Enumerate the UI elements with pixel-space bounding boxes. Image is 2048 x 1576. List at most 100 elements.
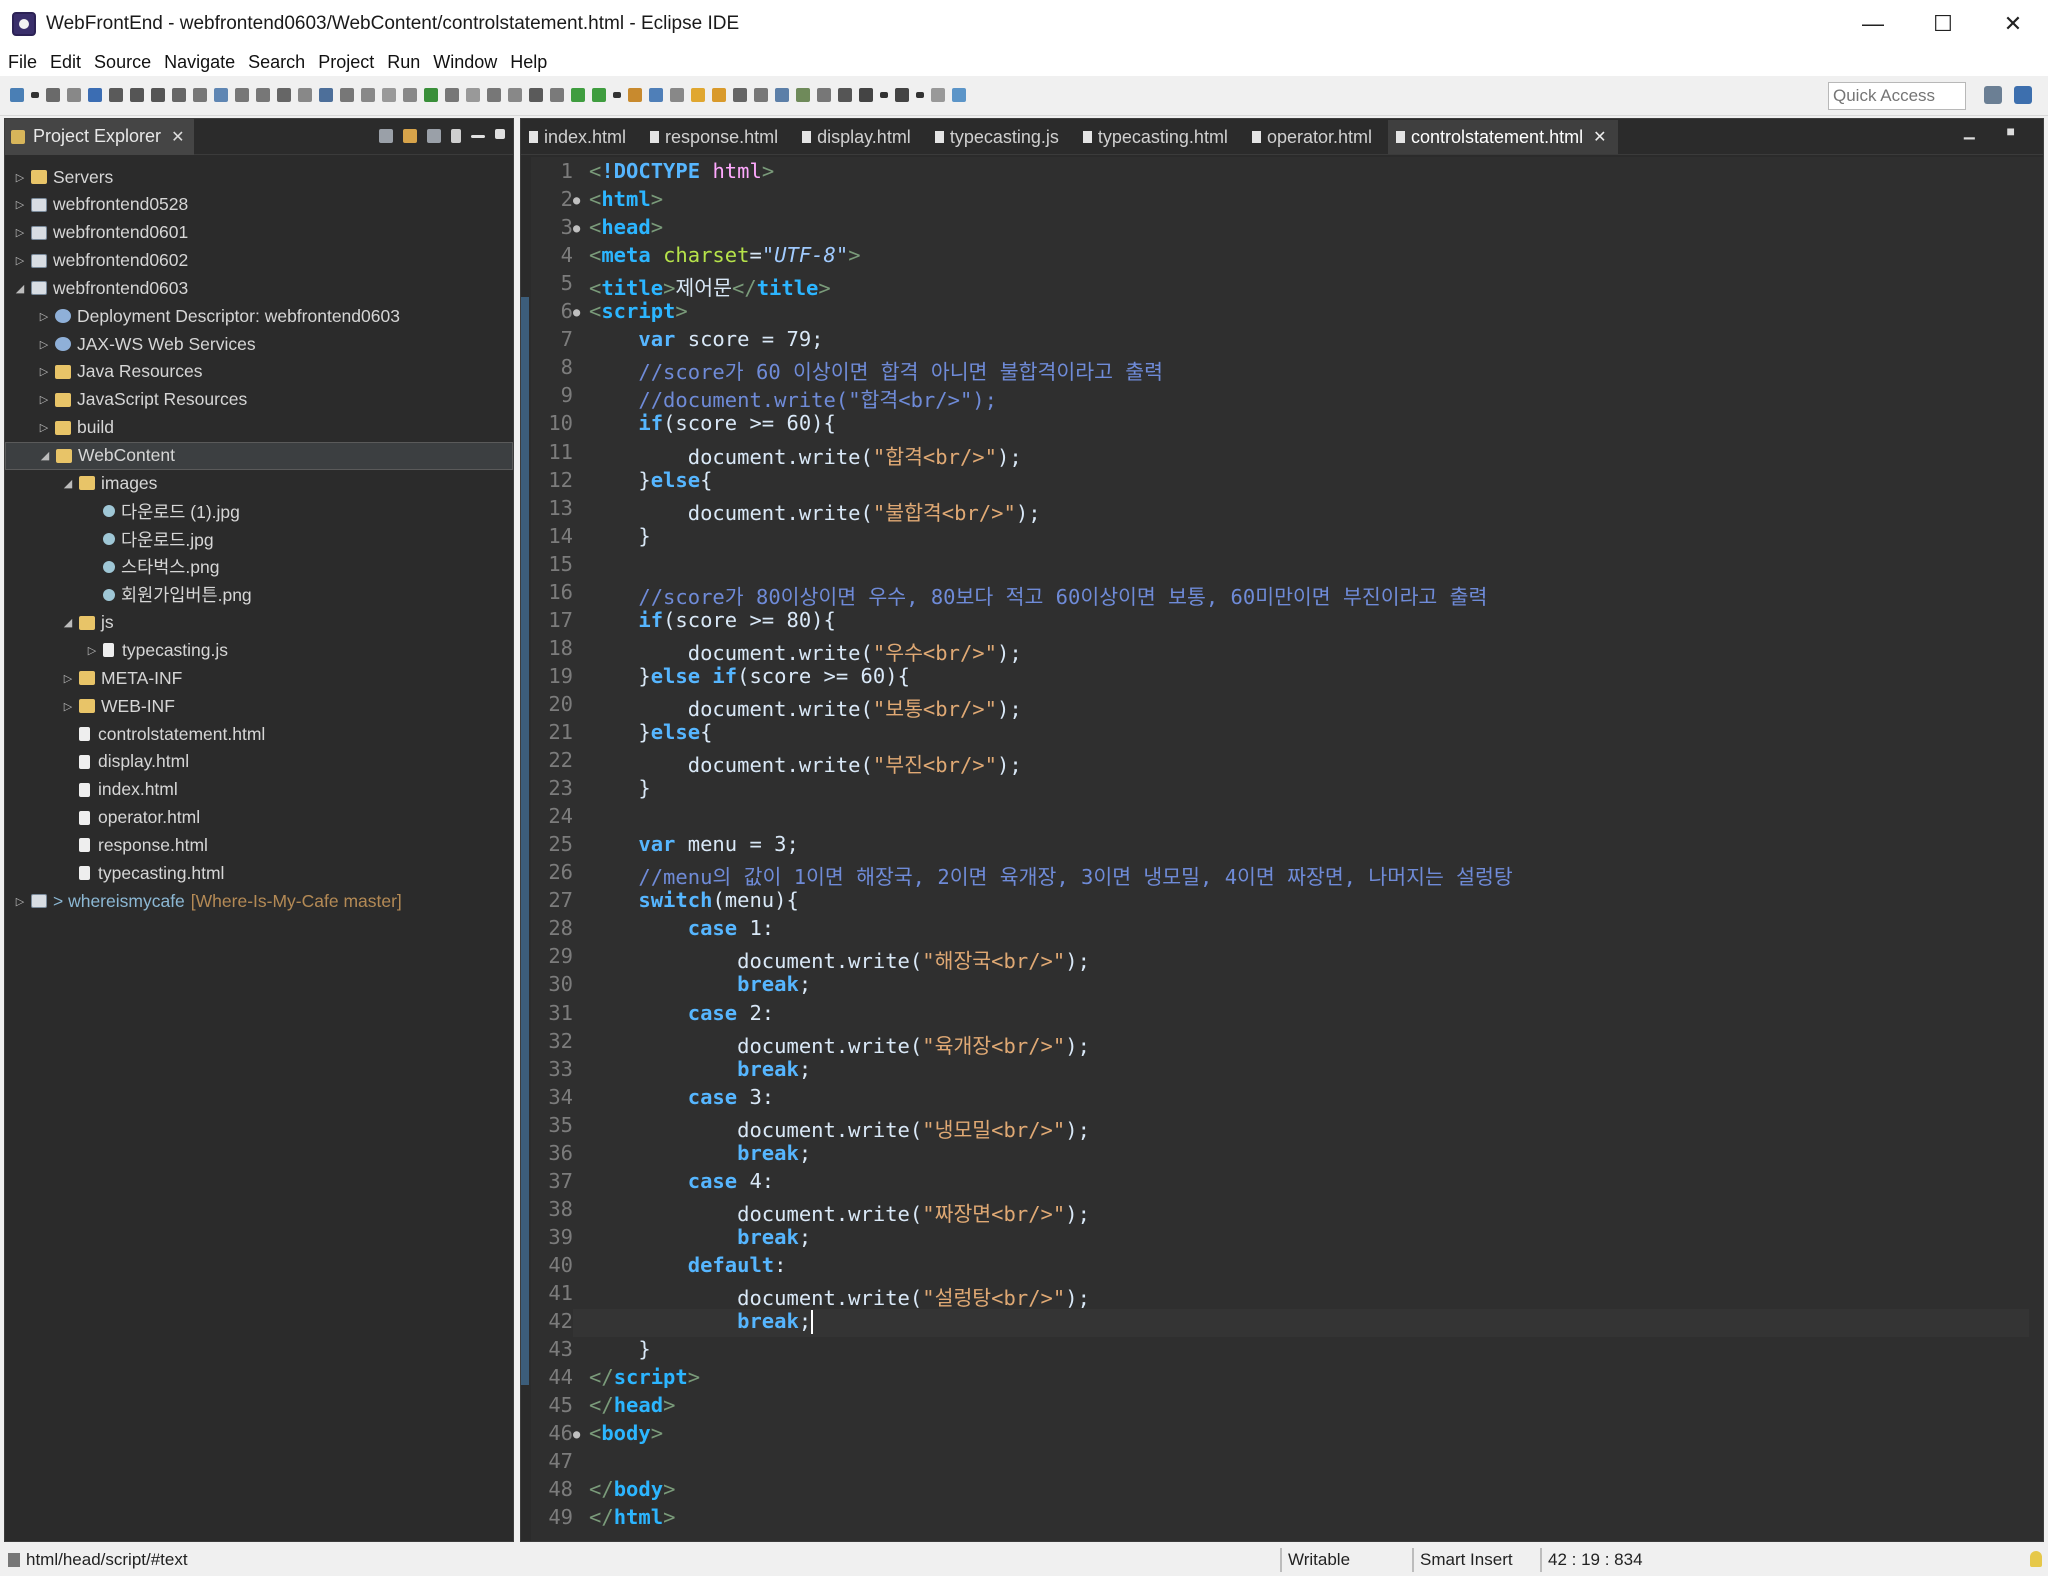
- collapse-arrow-icon[interactable]: ▷: [37, 421, 51, 434]
- run-icon[interactable]: [592, 88, 606, 102]
- forward-icon[interactable]: [895, 88, 909, 102]
- next-annotation-icon[interactable]: [817, 88, 831, 102]
- annotation-icon[interactable]: [403, 88, 417, 102]
- view-menu-icon[interactable]: [451, 129, 461, 143]
- new-icon[interactable]: [10, 88, 24, 102]
- minimize-view-icon[interactable]: [471, 135, 485, 138]
- collapse-arrow-icon[interactable]: ▷: [13, 226, 27, 239]
- tree-item[interactable]: ▷ typecasting.js: [5, 636, 513, 664]
- collapse-arrow-icon[interactable]: ▷: [61, 700, 75, 713]
- disconnect-icon[interactable]: [193, 88, 207, 102]
- step-into-icon[interactable]: [214, 88, 228, 102]
- use-step-filters-icon[interactable]: [298, 88, 312, 102]
- tree-item[interactable]: ◢ images: [5, 469, 513, 497]
- step-over-icon[interactable]: [235, 88, 249, 102]
- open-task-icon[interactable]: [691, 88, 705, 102]
- code-editor[interactable]: 1 <!DOCTYPE html> 2 ● <html> 3 ● <head> 4 <meta c…: [521, 157, 2043, 1541]
- collapse-arrow-icon[interactable]: ▷: [37, 338, 51, 351]
- pin-icon[interactable]: [931, 88, 945, 102]
- search-icon[interactable]: [712, 88, 726, 102]
- tree-item[interactable]: ▷ WEB-INF: [5, 692, 513, 720]
- save-all-icon[interactable]: [67, 88, 81, 102]
- tree-item[interactable]: ▷ META-INF: [5, 664, 513, 692]
- menu-search[interactable]: Search: [240, 52, 310, 73]
- new-server-icon[interactable]: [649, 88, 663, 102]
- fold-marker-icon[interactable]: ●: [573, 221, 580, 235]
- menu-source[interactable]: Source: [86, 52, 156, 73]
- fold-marker-icon[interactable]: ●: [573, 193, 580, 207]
- tab-response-html[interactable]: response.html: [642, 120, 790, 154]
- new-dropdown-icon[interactable]: [31, 92, 39, 98]
- collapse-icon[interactable]: [508, 88, 522, 102]
- menu-window[interactable]: Window: [425, 52, 502, 73]
- step-return-icon[interactable]: [256, 88, 270, 102]
- breakpoint-icon[interactable]: [424, 88, 438, 102]
- prev-annotation-icon[interactable]: [838, 88, 852, 102]
- save-icon[interactable]: [46, 88, 60, 102]
- tab-typecasting-html[interactable]: typecasting.html: [1075, 120, 1240, 154]
- expand-arrow-icon[interactable]: ◢: [61, 477, 75, 490]
- debug-icon[interactable]: [571, 88, 585, 102]
- tree-item[interactable]: 다운로드 (1).jpg: [5, 497, 513, 525]
- tree-item[interactable]: 스타벅스.png: [5, 553, 513, 581]
- tree-item[interactable]: ◢ webfrontend0603: [5, 274, 513, 302]
- open-type-icon[interactable]: [670, 88, 684, 102]
- tree-item[interactable]: controlstatement.html: [5, 720, 513, 748]
- tree-item[interactable]: ▷ JavaScript Resources: [5, 386, 513, 414]
- drop-to-frame-icon[interactable]: [277, 88, 291, 102]
- highlight-icon[interactable]: [733, 88, 747, 102]
- link-icon[interactable]: [550, 88, 564, 102]
- tree-item[interactable]: ▷ webfrontend0602: [5, 247, 513, 275]
- menu-file[interactable]: File: [0, 52, 42, 73]
- forward-dropdown-icon[interactable]: [916, 92, 924, 98]
- tree-item[interactable]: response.html: [5, 831, 513, 859]
- java-ee-perspective-icon[interactable]: [2014, 86, 2032, 104]
- bookmark-icon[interactable]: [529, 88, 543, 102]
- collapse-all-icon[interactable]: [379, 129, 393, 143]
- open-perspective-icon[interactable]: [1984, 86, 2002, 104]
- server-icon[interactable]: [775, 88, 789, 102]
- menu-run[interactable]: Run: [379, 52, 425, 73]
- back-icon[interactable]: [859, 88, 873, 102]
- tree-item[interactable]: typecasting.html: [5, 859, 513, 887]
- tree-item[interactable]: ▷ webfrontend0528: [5, 191, 513, 219]
- tree-item[interactable]: 다운로드.jpg: [5, 525, 513, 553]
- minimize-button[interactable]: —: [1838, 0, 1908, 48]
- resume-icon[interactable]: [130, 88, 144, 102]
- close-icon[interactable]: ✕: [171, 127, 184, 147]
- tab-typecasting-js[interactable]: typecasting.js: [927, 120, 1071, 154]
- collapse-arrow-icon[interactable]: ▷: [13, 895, 27, 908]
- tab-index-html[interactable]: index.html: [521, 120, 638, 154]
- tab-display-html[interactable]: display.html: [794, 120, 923, 154]
- tree-item[interactable]: operator.html: [5, 804, 513, 832]
- toggle-comment-icon[interactable]: [466, 88, 480, 102]
- close-button[interactable]: ✕: [1978, 0, 2048, 48]
- run-dropdown-icon[interactable]: [613, 92, 621, 98]
- terminal-icon[interactable]: [88, 88, 102, 102]
- tree-item[interactable]: ▷ > whereismycafe [Where-Is-My-Cafe master…: [5, 887, 513, 915]
- close-icon[interactable]: ✕: [1593, 127, 1606, 147]
- collapse-arrow-icon[interactable]: ▷: [13, 171, 27, 184]
- word-wrap-icon[interactable]: [382, 88, 396, 102]
- collapse-arrow-icon[interactable]: ▷: [13, 254, 27, 267]
- block-selection-icon[interactable]: [361, 88, 375, 102]
- menu-navigate[interactable]: Navigate: [156, 52, 240, 73]
- tree-item[interactable]: index.html: [5, 776, 513, 804]
- editor-min-max-icon[interactable]: ▁ ■: [1964, 123, 2029, 140]
- maximize-view-icon[interactable]: [495, 129, 505, 139]
- menu-help[interactable]: Help: [502, 52, 552, 73]
- refresh-icon[interactable]: [796, 88, 810, 102]
- collapse-arrow-icon[interactable]: ▷: [37, 310, 51, 323]
- collapse-arrow-icon[interactable]: ▷: [61, 672, 75, 685]
- tree-item[interactable]: 회원가입버튼.png: [5, 581, 513, 609]
- collapse-arrow-icon[interactable]: ▷: [13, 198, 27, 211]
- tab-project-explorer[interactable]: Project Explorer ✕: [5, 118, 195, 155]
- tab-operator-html[interactable]: operator.html: [1244, 120, 1384, 154]
- menu-project[interactable]: Project: [310, 52, 379, 73]
- filter-icon[interactable]: [427, 129, 441, 143]
- collapse-arrow-icon[interactable]: ▷: [37, 365, 51, 378]
- toggle-mark-icon[interactable]: [319, 88, 333, 102]
- menu-edit[interactable]: Edit: [42, 52, 86, 73]
- open-console-icon[interactable]: [952, 88, 966, 102]
- tree-item[interactable]: display.html: [5, 748, 513, 776]
